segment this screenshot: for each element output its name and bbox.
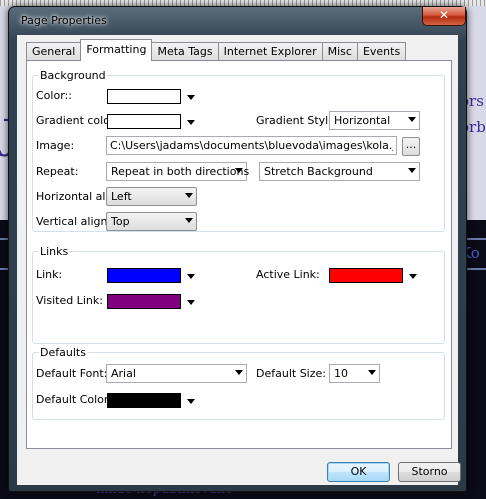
chevron-down-icon	[409, 274, 417, 279]
defaults-group: Defaults Default Font: Arial Default Siz…	[32, 346, 445, 420]
visited-link-label: Visited Link:	[36, 294, 103, 307]
links-group: Links Link: Active Link: Visited Link:	[32, 245, 445, 344]
dialog-client-area: General Formatting Meta Tags Internet Ex…	[17, 35, 461, 485]
repeat-select[interactable]: Repeat in both directions	[106, 162, 250, 181]
cancel-button[interactable]: Storno	[398, 462, 461, 482]
title-bar[interactable]: Page Properties ✕	[9, 7, 466, 35]
chevron-down-icon	[185, 218, 193, 223]
default-font-value: Arial	[111, 367, 136, 380]
background-group-legend: Background	[39, 69, 107, 82]
link-label: Link:	[36, 268, 63, 281]
default-font-select[interactable]: Arial	[106, 364, 247, 383]
image-path-input[interactable]	[106, 136, 397, 155]
formatting-tab-page: Background Color:: Gradient color: Gradi…	[26, 60, 452, 449]
default-color-label: Default Color:	[36, 393, 112, 406]
gradient-style-select[interactable]: Horizontal	[329, 111, 420, 130]
tab-general[interactable]: General	[26, 42, 82, 61]
vertical-align-label: Vertical align:	[36, 215, 112, 228]
tab-meta-tags[interactable]: Meta Tags	[151, 42, 219, 61]
repeat-label: Repeat:	[36, 165, 79, 178]
default-size-value: 10	[334, 367, 348, 380]
tab-events[interactable]: Events	[356, 42, 407, 61]
gradient-color-label: Gradient color:	[36, 114, 118, 127]
chevron-down-icon	[187, 95, 195, 100]
color-label: Color::	[36, 89, 72, 102]
chevron-down-icon	[187, 399, 195, 404]
visited-link-color-picker[interactable]	[107, 294, 199, 313]
browse-image-button[interactable]: ...	[402, 137, 420, 156]
vertical-align-value: Top	[111, 215, 130, 228]
gradient-style-value: Horizontal	[334, 114, 391, 127]
stretch-background-value: Stretch Background	[264, 165, 373, 178]
chevron-down-icon	[235, 168, 243, 173]
link-color-swatch	[107, 268, 181, 283]
stretch-background-select[interactable]: Stretch Background	[259, 162, 420, 181]
chevron-down-icon	[235, 370, 243, 375]
gradient-style-label: Gradient Style:	[256, 114, 339, 127]
defaults-group-legend: Defaults	[39, 346, 87, 359]
background-color-swatch	[107, 89, 181, 104]
tab-formatting[interactable]: Formatting	[80, 39, 153, 61]
default-color-swatch	[107, 393, 181, 408]
active-link-label: Active Link:	[256, 268, 320, 281]
background-color-picker[interactable]	[107, 89, 199, 108]
chevron-down-icon	[408, 117, 416, 122]
background-group: Background Color:: Gradient color: Gradi…	[32, 69, 445, 232]
image-label: Image:	[36, 139, 75, 152]
tab-strip: General Formatting Meta Tags Internet Ex…	[26, 39, 407, 61]
tab-misc[interactable]: Misc	[321, 42, 358, 61]
links-group-legend: Links	[39, 245, 70, 258]
repeat-value: Repeat in both directions	[111, 165, 250, 178]
visited-link-color-swatch	[107, 294, 181, 309]
ok-button[interactable]: OK	[327, 462, 390, 482]
chevron-down-icon	[187, 120, 195, 125]
default-font-label: Default Font:	[36, 367, 108, 380]
page-properties-dialog: Page Properties ✕ General Formatting Met…	[8, 6, 467, 492]
chevron-down-icon	[187, 274, 195, 279]
chevron-down-icon	[368, 370, 376, 375]
active-link-color-swatch	[329, 268, 403, 283]
default-size-label: Default Size:	[256, 367, 326, 380]
chevron-down-icon	[187, 300, 195, 305]
default-size-select[interactable]: 10	[329, 364, 380, 383]
dialog-title: Page Properties	[21, 14, 107, 27]
active-link-color-picker[interactable]	[329, 268, 421, 287]
vertical-align-select[interactable]: Top	[106, 212, 197, 231]
horizontal-align-select[interactable]: Left	[106, 187, 197, 206]
chevron-down-icon	[185, 193, 193, 198]
gradient-color-swatch	[107, 114, 181, 129]
link-color-picker[interactable]	[107, 268, 199, 287]
horizontal-align-value: Left	[111, 190, 132, 203]
close-button[interactable]: ✕	[422, 7, 466, 26]
tab-internet-explorer[interactable]: Internet Explorer	[217, 42, 323, 61]
chevron-down-icon	[408, 168, 416, 173]
gradient-color-picker[interactable]	[107, 114, 199, 133]
default-color-picker[interactable]	[107, 393, 199, 412]
